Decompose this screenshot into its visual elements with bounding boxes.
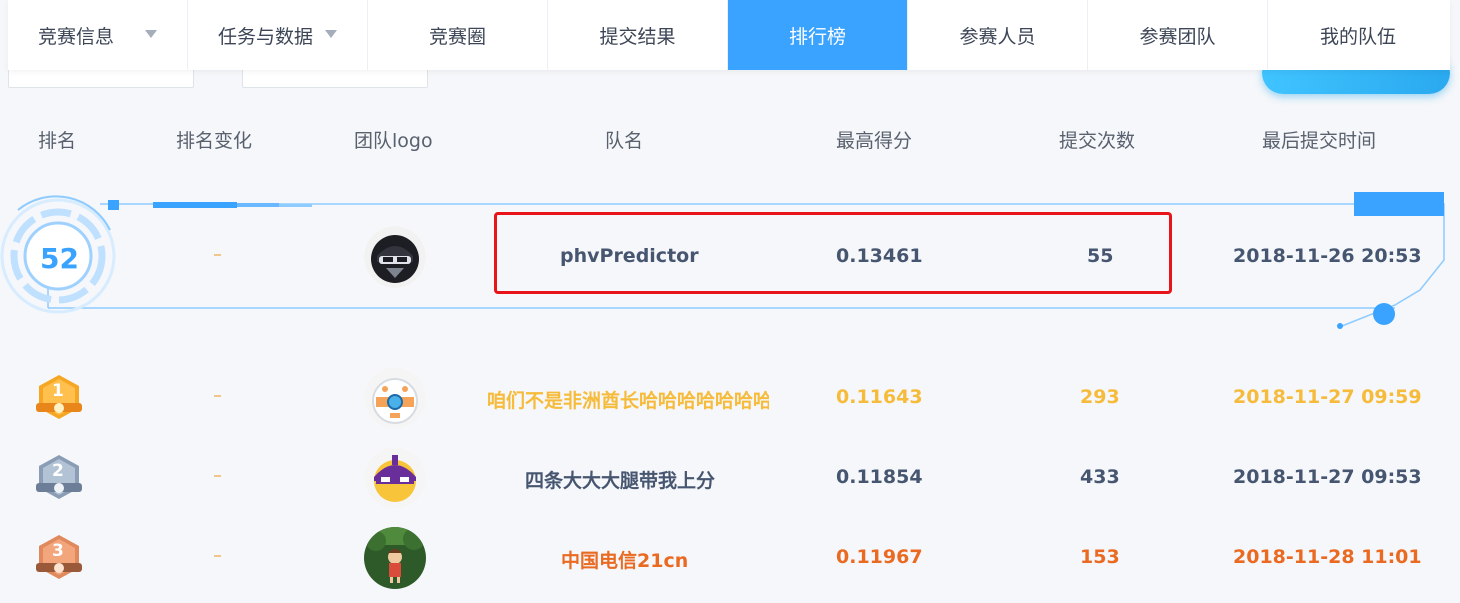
header-best-score: 最高得分: [836, 130, 913, 152]
rank-number: 3: [52, 541, 64, 561]
rank-change-dash: [214, 475, 221, 477]
tab-label: 竞赛信息: [38, 25, 115, 48]
tab-leaderboard[interactable]: 排行榜: [728, 0, 908, 70]
rank-number: 2: [52, 461, 64, 481]
tab-submit[interactable]: 提交结果: [548, 0, 728, 70]
tab-label: 我的队伍: [1319, 25, 1396, 48]
best-score: 0.11967: [836, 546, 923, 568]
tab-participants[interactable]: 参赛人员: [908, 0, 1088, 70]
last-submit: 2018-11-27 09:59: [1233, 386, 1422, 408]
submissions: 153: [1080, 546, 1120, 568]
tab-label: 参赛人员: [959, 25, 1036, 48]
tab-forum[interactable]: 竞赛圈: [368, 0, 548, 70]
competition-nav: 竞赛信息 任务与数据 竞赛圈 提交结果 排行榜 参赛人员 参赛团队 我的队伍: [8, 0, 1450, 70]
team-avatar: [364, 367, 426, 429]
team-avatar: [364, 226, 426, 288]
header-rank: 排名: [38, 130, 77, 152]
header-team-name: 队名: [605, 130, 644, 152]
rank-change-dash: [214, 254, 221, 256]
chevron-down-icon: [325, 30, 337, 38]
best-score: 0.11643: [836, 386, 923, 408]
last-submit: 2018-11-27 09:53: [1233, 466, 1422, 488]
submissions: 293: [1080, 386, 1120, 408]
tab-label: 竞赛圈: [428, 25, 486, 48]
last-submit: 2018-11-28 11:01: [1233, 546, 1422, 568]
header-last-submit: 最后提交时间: [1262, 130, 1377, 152]
rank-change-dash: [214, 555, 221, 557]
submissions: 433: [1080, 466, 1120, 488]
tab-label: 任务与数据: [218, 25, 314, 48]
header-rank-change: 排名变化: [176, 130, 253, 152]
team-name[interactable]: 咱们不是非洲酋长哈哈哈哈哈哈哈: [487, 386, 769, 413]
team-name[interactable]: 中国电信21cn: [561, 546, 688, 573]
tab-teams[interactable]: 参赛团队: [1088, 0, 1268, 70]
best-score: 0.11854: [836, 466, 923, 488]
tab-competition-info[interactable]: 竞赛信息: [8, 0, 188, 70]
leaderboard-page: 竞赛信息 任务与数据 竞赛圈 提交结果 排行榜 参赛人员 参赛团队 我的队伍 排…: [0, 0, 1460, 603]
tab-label: 提交结果: [599, 25, 676, 48]
team-name[interactable]: 四条大大大腿带我上分: [525, 466, 715, 493]
robot-icon: [364, 367, 426, 429]
my-last-submit: 2018-11-26 20:53: [1233, 245, 1422, 267]
rank-change-dash: [214, 395, 221, 397]
tab-tasks-data[interactable]: 任务与数据: [188, 0, 368, 70]
tab-label: 排行榜: [788, 25, 846, 48]
header-team-logo: 团队logo: [354, 130, 433, 152]
forest-character-icon: [364, 527, 426, 589]
team-avatar: [364, 527, 426, 589]
header-submissions: 提交次数: [1059, 130, 1136, 152]
my-rank-number: 52: [40, 242, 79, 275]
highlight-annotation-box: [494, 212, 1172, 294]
masked-face-icon: [364, 226, 426, 288]
hero-mask-icon: [364, 447, 426, 509]
rank-number: 1: [52, 381, 64, 401]
chevron-down-icon: [145, 30, 157, 38]
tab-my-team[interactable]: 我的队伍: [1268, 0, 1448, 70]
team-avatar: [364, 447, 426, 509]
tab-label: 参赛团队: [1139, 25, 1216, 48]
